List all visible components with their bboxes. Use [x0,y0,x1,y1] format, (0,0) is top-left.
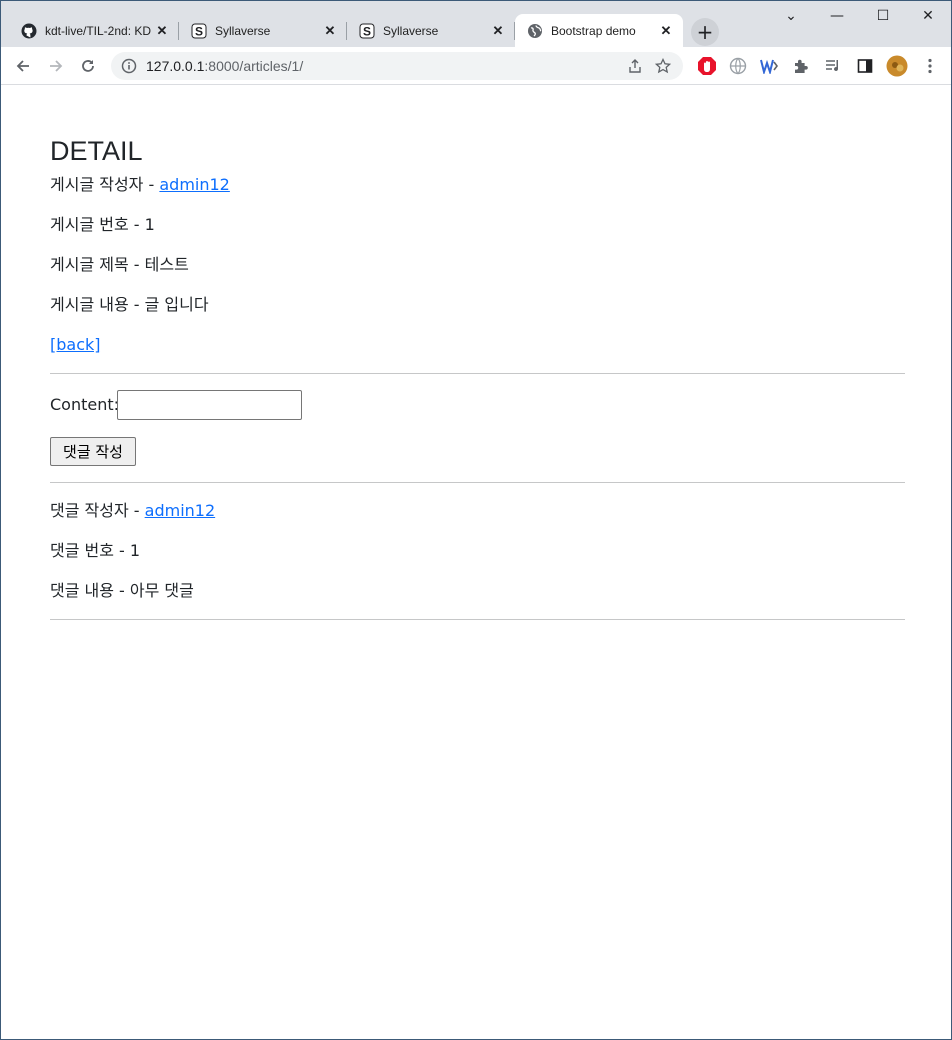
close-icon[interactable]: ✕ [153,22,171,40]
svg-text:S: S [363,24,371,38]
wave-extension-icon[interactable] [757,54,781,78]
close-icon[interactable]: ✕ [657,22,675,40]
profile-avatar[interactable] [885,54,909,78]
maximize-icon[interactable]: ☐ [860,1,906,31]
globe-icon [527,23,543,39]
article-content: 게시글 내용 - 글 입니다 [50,295,209,314]
comment-author-label: 댓글 작성자 - [50,501,145,520]
comment-author: 댓글 작성자 - admin12 [50,501,215,521]
divider [50,482,905,483]
article-author-link[interactable]: admin12 [159,175,230,194]
github-icon [21,23,37,39]
new-tab-button[interactable]: + [691,18,719,46]
forward-arrow-icon[interactable] [42,52,70,80]
minimize-icon[interactable]: — [814,1,860,31]
tab-title: kdt-live/TIL-2nd: KD [45,23,152,38]
side-panel-icon[interactable] [853,54,877,78]
url-host: 127.0.0.1 [146,58,205,74]
reading-list-icon[interactable] [821,54,845,78]
comment-submit-button[interactable]: 댓글 작성 [50,437,136,466]
tab-search-icon[interactable]: ⌄ [768,1,814,31]
tab-title: Syllaverse [383,23,439,38]
comment-number: 댓글 번호 - 1 [50,541,141,560]
reload-icon[interactable] [74,52,102,80]
tab-github[interactable]: kdt-live/TIL-2nd: KD ✕ [9,14,179,47]
article-number: 게시글 번호 - 1 [50,215,155,234]
address-bar[interactable]: 127.0.0.1:8000/articles/1/ [111,52,683,80]
tab-title: Syllaverse [215,23,271,38]
tab-syllaverse-2[interactable]: S Syllaverse ✕ [347,14,515,47]
comment-content-input[interactable] [117,390,302,420]
article-title: 게시글 제목 - 테스트 [50,255,189,274]
menu-kebab-icon[interactable] [918,54,942,78]
bookmark-star-icon[interactable] [649,52,677,80]
divider [50,619,905,620]
tab-bootstrap-demo[interactable]: Bootstrap demo ✕ [515,14,683,47]
article-author-label: 게시글 작성자 - [50,175,160,194]
url-path: :8000/articles/1/ [204,58,304,74]
close-icon[interactable]: ✕ [489,22,507,40]
url-text[interactable]: 127.0.0.1:8000/articles/1/ [143,58,621,74]
article-author: 게시글 작성자 - admin12 [50,175,230,195]
divider [50,373,905,374]
page-title: DETAIL [50,136,143,166]
comment-content: 댓글 내용 - 아무 댓글 [50,581,194,600]
comment-author-link[interactable]: admin12 [145,501,216,520]
window-close-icon[interactable]: ✕ [905,1,951,31]
syllaverse-icon: S [191,23,207,39]
back-arrow-icon[interactable] [9,52,37,80]
close-icon[interactable]: ✕ [321,22,339,40]
back-link[interactable]: [back] [50,335,101,354]
back-link-row: [back] [50,335,101,355]
tab-strip: kdt-live/TIL-2nd: KD ✕ S Syllaverse ✕ S … [1,1,951,47]
tab-syllaverse-1[interactable]: S Syllaverse ✕ [179,14,347,47]
browser-toolbar: 127.0.0.1:8000/articles/1/ [1,47,951,85]
tab-title: Bootstrap demo [551,23,636,38]
adblock-extension-icon[interactable] [695,54,719,78]
content-label: Content: [50,395,120,414]
syllaverse-icon: S [359,23,375,39]
extensions-puzzle-icon[interactable] [789,54,813,78]
svg-text:S: S [195,24,203,38]
translate-globe-icon[interactable] [726,54,750,78]
site-info-icon[interactable] [115,52,143,80]
share-icon[interactable] [621,52,649,80]
